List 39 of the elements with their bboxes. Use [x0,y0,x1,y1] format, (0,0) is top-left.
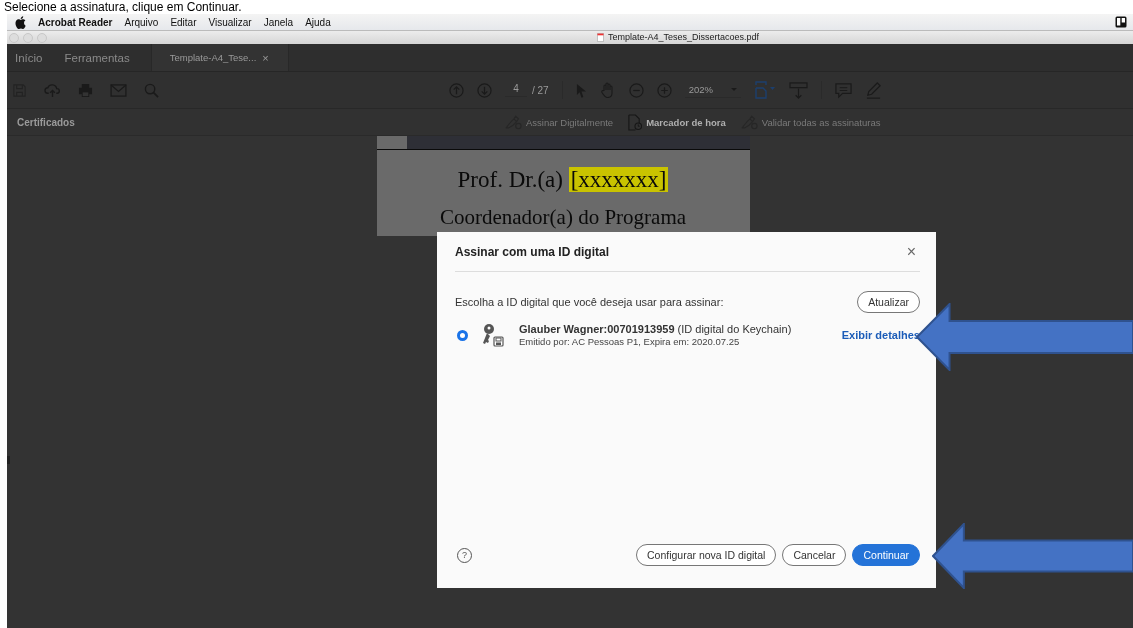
key-icon [481,323,505,347]
dialog-button[interactable]: Configurar nova ID digital [635,544,777,566]
close-tab-button[interactable]: × [262,51,269,64]
certificate-name: Glauber Wagner:00701913959 (ID digital do Keychain) [519,323,793,335]
minimize-button[interactable] [23,32,33,43]
clock-document-icon [627,113,643,131]
menu-item[interactable]: Editar [170,16,197,28]
tab[interactable]: Template-A4_Tese... × [150,44,289,71]
apple-icon[interactable] [15,15,26,29]
certificate-details: Emitido por: AC Pessoas P1, Expira em: 2020.07.25 [519,336,741,347]
tab[interactable]: Ferramentas [53,44,141,71]
window-title: Template-A4_Teses_Dissertacoes.pdf [608,32,760,42]
refresh-button[interactable]: Atualizar [857,291,920,313]
close-button[interactable]: × [906,242,916,261]
caption-text: Selecione a assinatura, clique em Continuar. [3,0,243,14]
menu-item[interactable]: Ajuda [305,16,331,28]
dialog-button[interactable]: Cancelar [782,544,847,566]
menu-item[interactable]: Janela [263,16,294,28]
zoom-dropdown[interactable]: 202% [684,82,741,98]
radio-button[interactable] [457,329,468,341]
close-window-button[interactable] [9,32,19,43]
zoom-window-button[interactable] [37,32,47,43]
app-menu[interactable]: Acrobat Reader [38,16,113,28]
pdf-file-icon [597,32,604,42]
page-count: / 27 [532,84,549,96]
fit-page-icon[interactable] [754,81,776,99]
document-text: Coordenador(a) do Programa [438,205,688,229]
dialog-title: Assinar com uma ID digital [455,244,610,259]
page-number-field[interactable]: 4 [505,83,527,97]
tab[interactable]: Início [7,44,54,71]
prompt-text: Escolha a ID digital que você deseja usar para assinar: [455,296,724,308]
toolbar-button[interactable]: Marcador de hora [627,113,726,131]
dialog-button[interactable]: Continuar [852,544,920,566]
panel-title: Certificados [16,116,76,128]
menu-item[interactable]: Visualizar [208,16,252,28]
print-icon[interactable] [78,82,93,98]
menu-item[interactable]: Arquivo [124,16,159,28]
board-icon[interactable] [1115,16,1127,28]
document-text: Prof. Dr.(a) [xxxxxxx] [456,167,670,193]
